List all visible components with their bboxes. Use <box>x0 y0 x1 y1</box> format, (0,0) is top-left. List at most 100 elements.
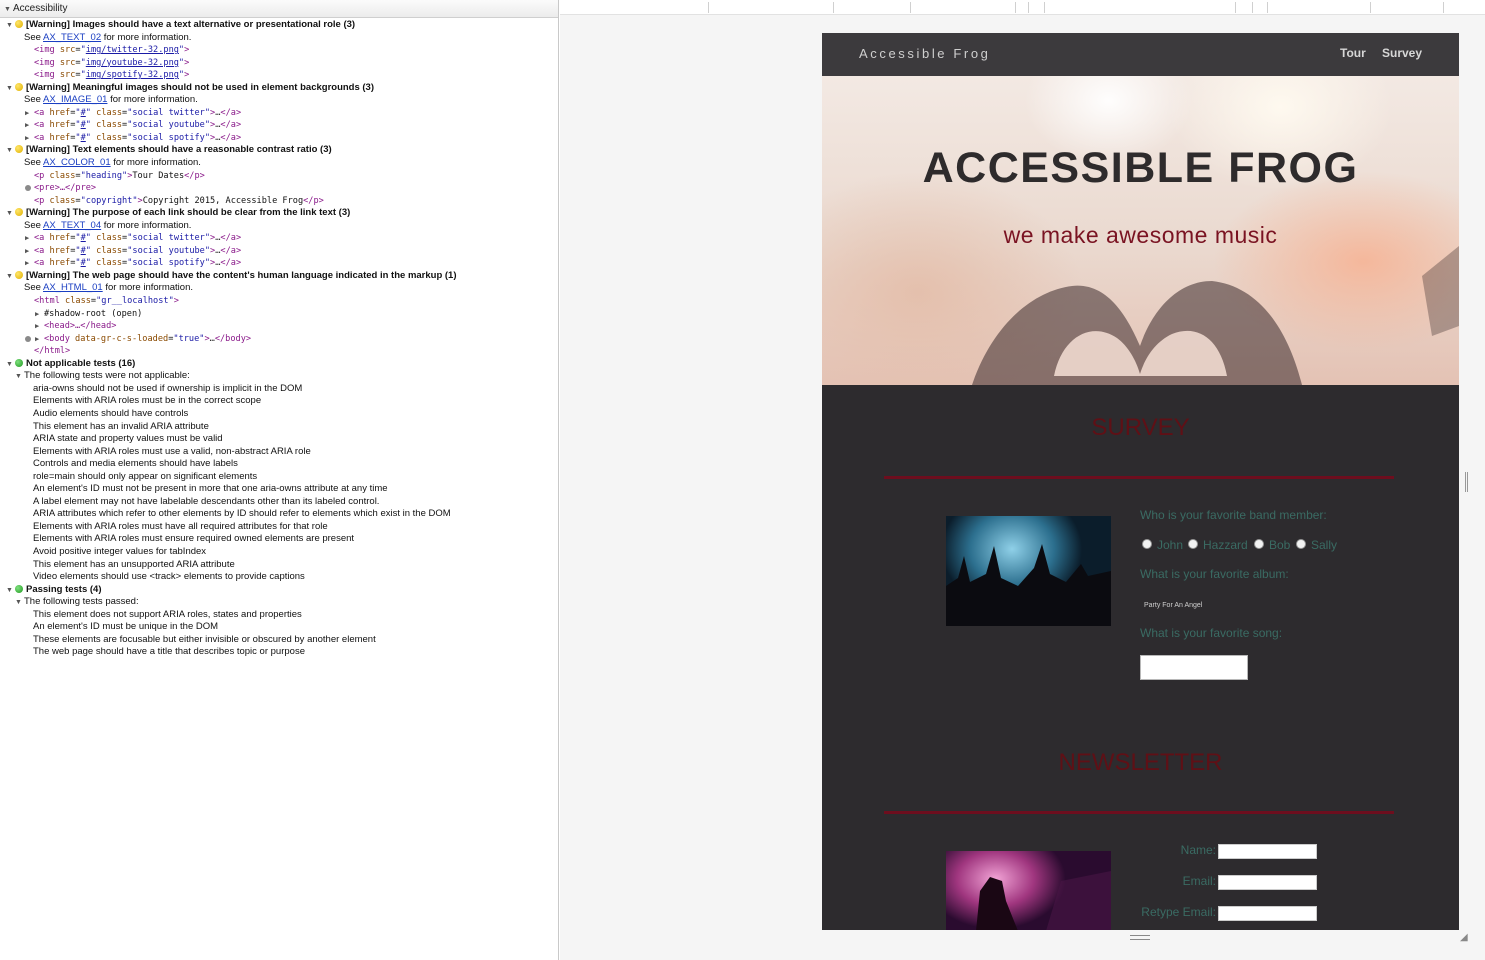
disclosure-triangle-icon[interactable]: ▼ <box>6 585 15 597</box>
warning-icon <box>15 145 23 154</box>
warning-icon <box>15 82 23 91</box>
newsletter-divider <box>884 811 1394 814</box>
rule-link[interactable]: AX_COLOR_01 <box>43 157 111 168</box>
list-item: This element has an unsupported ARIA att… <box>33 558 235 570</box>
expand-triangle-icon[interactable]: ▶ <box>25 107 34 120</box>
newsletter-heading: NEWSLETTER <box>1058 749 1223 776</box>
collapse-triangle-icon[interactable]: ▼ <box>4 6 13 13</box>
see-info-row: See AX_TEXT_04 for more information. <box>24 219 192 231</box>
expand-triangle-icon[interactable]: ▶ <box>25 245 34 258</box>
name-input[interactable] <box>1218 844 1317 859</box>
ruler-tick <box>1443 2 1444 13</box>
warning-contrast-ratio[interactable]: ▼ [Warning] Text elements should have a r… <box>0 144 558 157</box>
radio-label-hazzard[interactable]: Hazzard <box>1203 538 1248 552</box>
list-item: Video elements should use <track> elemen… <box>33 571 305 583</box>
bottom-resize-grip[interactable] <box>1130 935 1150 940</box>
element-node[interactable]: ▶ <a href="#" class="social spotify">…</a… <box>0 257 558 270</box>
hero-subtitle: we make awesome music <box>1003 222 1278 248</box>
warning-icon <box>15 20 23 28</box>
splitter-handle[interactable] <box>1465 472 1468 492</box>
disclosure-triangle-icon[interactable]: ▼ <box>6 20 15 32</box>
warning-language-markup[interactable]: ▼ [Warning] The web page should have the … <box>0 270 558 283</box>
disclosure-triangle-icon[interactable]: ▼ <box>15 597 24 609</box>
expand-triangle-icon[interactable]: ▶ <box>25 132 34 145</box>
expand-triangle-icon[interactable]: ▶ <box>25 119 34 132</box>
not-applicable-tests[interactable]: ▼ Not applicable tests (16) <box>0 358 558 371</box>
element-node[interactable]: ▶ <a href="#" class="social twitter">…</a… <box>0 107 558 120</box>
head-node[interactable]: ▶ <head>…</head> <box>0 320 558 333</box>
element-node[interactable]: <img src="img/spotify-32.png"> <box>0 69 558 82</box>
element-node[interactable]: <img src="img/twitter-32.png"> <box>0 44 558 57</box>
expand-triangle-icon[interactable]: ▶ <box>35 333 44 346</box>
panel-title: Accessibility <box>13 3 68 14</box>
warning-images-text-alternative[interactable]: ▼ [Warning] Images should have a text alt… <box>0 19 558 32</box>
passing-tests[interactable]: ▼ Passing tests (4) <box>0 584 558 597</box>
album-select[interactable]: Party For An Angel <box>1144 602 1202 609</box>
passing-subheader[interactable]: ▼ The following tests passed: <box>0 596 558 609</box>
element-node-pre[interactable]: <pre>…</pre> <box>0 182 558 195</box>
site-brand[interactable]: Accessible Frog <box>859 46 990 61</box>
concert-crowd-image <box>946 516 1111 626</box>
radio-label-bob[interactable]: Bob <box>1269 538 1290 552</box>
radio-label-sally[interactable]: Sally <box>1311 538 1337 552</box>
element-node[interactable]: <p class="heading">Tour Dates</p> <box>0 170 558 183</box>
radio-john[interactable] <box>1142 539 1152 549</box>
rule-link[interactable]: AX_TEXT_02 <box>43 32 101 43</box>
list-item: ARIA state and property values must be v… <box>33 433 223 445</box>
bullet-icon <box>25 335 31 342</box>
disclosure-triangle-icon[interactable]: ▼ <box>6 208 15 220</box>
song-textarea[interactable] <box>1140 655 1248 680</box>
resize-corner-icon[interactable]: ◢ <box>1460 932 1472 944</box>
body-node[interactable]: ▶ <body data-gr-c-s-loaded="true">…</body… <box>0 333 558 346</box>
element-node[interactable]: <p class="copyright">Copyright 2015, Acc… <box>0 195 558 208</box>
element-node[interactable]: ▶ <a href="#" class="social twitter">…</a… <box>0 232 558 245</box>
list-item: Elements with ARIA roles must use a vali… <box>33 445 311 457</box>
question-song: What is your favorite song: <box>1140 626 1283 640</box>
element-node[interactable]: ▶ <a href="#" class="social youtube">…</a… <box>0 119 558 132</box>
email-input[interactable] <box>1218 875 1317 890</box>
radio-bob[interactable] <box>1254 539 1264 549</box>
shadow-root-node[interactable]: ▶ #shadow-root (open) <box>0 308 558 321</box>
retype-email-input[interactable] <box>1218 906 1317 921</box>
ruler-tick <box>1370 2 1371 13</box>
rule-link[interactable]: AX_HTML_01 <box>43 282 103 293</box>
radio-label-john[interactable]: John <box>1157 538 1183 552</box>
not-applicable-subheader[interactable]: ▼ The following tests were not applicable… <box>0 370 558 383</box>
disclosure-triangle-icon[interactable]: ▼ <box>6 145 15 157</box>
list-item: The web page should have a title that de… <box>33 646 305 658</box>
simulated-webpage: Accessible Frog Tour Survey ACCESSIBLE F… <box>822 33 1459 930</box>
element-node-html[interactable]: <html class="gr__localhost"> <box>0 295 558 308</box>
see-info-row: See AX_HTML_01 for more information. <box>24 282 193 294</box>
radio-hazzard[interactable] <box>1188 539 1198 549</box>
panel-header[interactable]: ▼ Accessibility <box>0 0 558 18</box>
nav-link-tour[interactable]: Tour <box>1340 46 1366 60</box>
element-node[interactable]: ▶ <a href="#" class="social spotify">…</a… <box>0 132 558 145</box>
nav-link-survey[interactable]: Survey <box>1382 46 1422 60</box>
list-item: role=main should only appear on signific… <box>33 470 258 482</box>
html-close-node: </html> <box>34 346 71 357</box>
disclosure-triangle-icon[interactable]: ▼ <box>6 271 15 283</box>
expand-triangle-icon[interactable]: ▶ <box>25 257 34 270</box>
warning-background-images[interactable]: ▼ [Warning] Meaningful images should not … <box>0 82 558 95</box>
list-item: Elements with ARIA roles must ensure req… <box>33 533 355 545</box>
pass-icon <box>15 584 23 593</box>
list-item: These elements are focusable but either … <box>33 633 376 645</box>
list-item: This element does not support ARIA roles… <box>33 608 302 620</box>
radio-sally[interactable] <box>1296 539 1306 549</box>
expand-triangle-icon[interactable]: ▶ <box>25 232 34 245</box>
audit-tree: ▼ [Warning] Images should have a text alt… <box>0 18 558 659</box>
element-node[interactable]: <img src="img/youtube-32.png"> <box>0 57 558 70</box>
expand-triangle-icon[interactable]: ▶ <box>35 320 44 333</box>
element-node[interactable]: ▶ <a href="#" class="social youtube">…</a… <box>0 245 558 258</box>
disclosure-triangle-icon[interactable]: ▼ <box>15 371 24 383</box>
list-item: This element has an invalid ARIA attribu… <box>33 420 209 432</box>
warning-link-purpose[interactable]: ▼ [Warning] The purpose of each link shou… <box>0 207 558 220</box>
disclosure-triangle-icon[interactable]: ▼ <box>6 83 15 95</box>
rule-link[interactable]: AX_TEXT_04 <box>43 220 101 231</box>
see-info-row: See AX_IMAGE_01 for more information. <box>24 94 198 106</box>
expand-triangle-icon[interactable]: ▶ <box>35 308 44 321</box>
disclosure-triangle-icon[interactable]: ▼ <box>6 359 15 371</box>
rule-link[interactable]: AX_IMAGE_01 <box>43 94 107 105</box>
page-preview-pane: Accessible Frog Tour Survey ACCESSIBLE F… <box>560 0 1485 960</box>
ruler-tick <box>1252 2 1253 13</box>
